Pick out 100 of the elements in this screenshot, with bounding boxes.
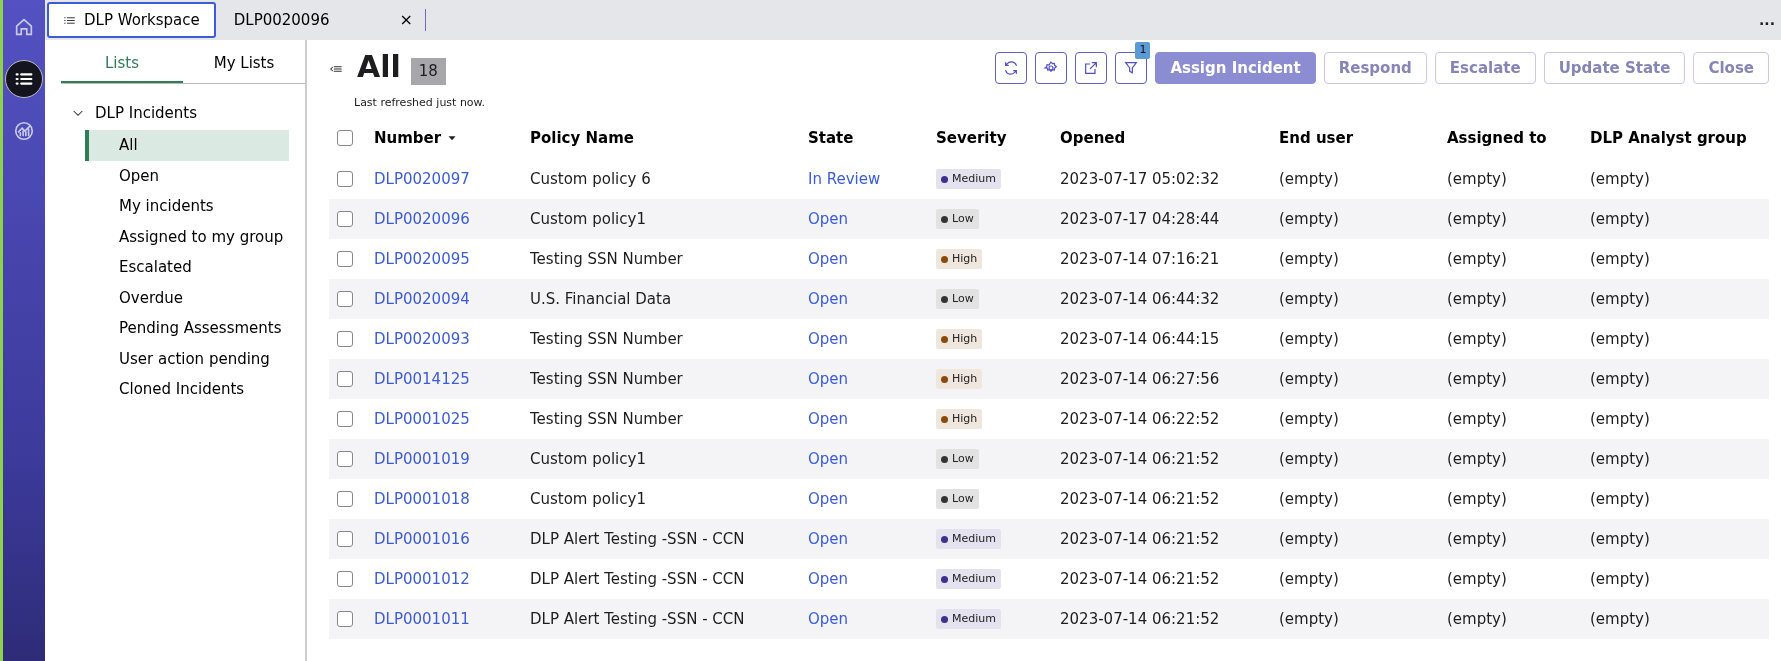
table-cell-text: (empty) (1590, 328, 1650, 350)
home-icon (13, 16, 35, 38)
column-header[interactable]: DLP Analyst group (1590, 126, 1747, 150)
state-link[interactable]: Open (808, 567, 849, 591)
record-link[interactable]: DLP0001012 (374, 567, 470, 591)
table-cell-text: (empty) (1279, 288, 1339, 310)
table-cell-text: Custom policy1 (530, 448, 646, 470)
tree-item[interactable]: Cloned Incidents (85, 374, 289, 405)
row-checkbox[interactable] (337, 611, 353, 627)
table-cell-text: DLP Alert Testing -SSN - CCN (530, 568, 745, 590)
table-cell-text: (empty) (1279, 168, 1339, 190)
table-cell-text: (empty) (1590, 568, 1650, 590)
row-checkbox[interactable] (337, 211, 353, 227)
table-cell-text: Testing SSN Number (530, 248, 683, 270)
workspace-tab[interactable]: DLP Workspace (47, 2, 216, 38)
tree-item[interactable]: All (85, 130, 289, 161)
more-button[interactable]: ... (1759, 9, 1775, 31)
state-link[interactable]: Open (808, 287, 849, 311)
select-all-checkbox[interactable] (337, 130, 353, 146)
table-cell-text: (empty) (1447, 528, 1507, 550)
row-checkbox[interactable] (337, 451, 353, 467)
tree-item[interactable]: Assigned to my group (85, 221, 289, 252)
row-checkbox[interactable] (337, 371, 353, 387)
state-link[interactable]: Open (808, 247, 849, 271)
severity-label: High (952, 250, 978, 267)
workspace-tab[interactable]: DLP0020096 (217, 2, 346, 38)
table-cell-text: Testing SSN Number (530, 368, 683, 390)
table-cell-text: 2023-07-14 06:27:56 (1060, 368, 1220, 390)
column-header[interactable]: Number (374, 126, 460, 150)
column-header[interactable]: Assigned to (1447, 126, 1547, 150)
row-checkbox[interactable] (337, 331, 353, 347)
tree-item[interactable]: Overdue (85, 282, 289, 313)
table-cell-text: (empty) (1279, 528, 1339, 550)
refresh-icon (1003, 60, 1020, 76)
table-cell-text: (empty) (1590, 608, 1650, 630)
export-button[interactable] (1075, 52, 1108, 84)
state-link[interactable]: Open (808, 527, 849, 551)
severity-label: Medium (952, 170, 996, 187)
table-cell-text: (empty) (1447, 488, 1507, 510)
record-link[interactable]: DLP0001025 (374, 407, 470, 431)
list-tab[interactable]: Lists (61, 40, 183, 83)
state-link[interactable]: Open (808, 447, 849, 471)
table-cell-text: (empty) (1279, 488, 1339, 510)
table-cell-text: (empty) (1279, 448, 1339, 470)
record-link[interactable]: DLP0020097 (374, 167, 470, 191)
table-cell-text: 2023-07-14 06:44:32 (1060, 288, 1220, 310)
close-button[interactable]: × (395, 8, 417, 32)
table-cell-text: (empty) (1590, 528, 1650, 550)
column-header[interactable]: End user (1279, 126, 1354, 150)
severity-label: Medium (952, 530, 996, 547)
refresh-button[interactable] (995, 52, 1028, 84)
table-cell-text: (empty) (1590, 448, 1650, 470)
settings-button[interactable] (1035, 52, 1068, 84)
state-link[interactable]: Open (808, 487, 849, 511)
list-title: All (357, 52, 401, 82)
state-link[interactable]: Open (808, 327, 849, 351)
table-cell-text: (empty) (1590, 368, 1650, 390)
filter-button[interactable] (1115, 52, 1148, 84)
nav-button[interactable] (5, 60, 43, 98)
state-link[interactable]: In Review (808, 167, 881, 191)
severity-label: Medium (952, 610, 996, 627)
record-link[interactable]: DLP0001018 (374, 487, 470, 511)
tree-item[interactable]: My incidents (85, 191, 289, 222)
row-checkbox[interactable] (337, 251, 353, 267)
row-checkbox[interactable] (337, 291, 353, 307)
row-checkbox[interactable] (337, 491, 353, 507)
tree-item[interactable]: User action pending (85, 343, 289, 374)
row-checkbox[interactable] (337, 171, 353, 187)
state-link[interactable]: Open (808, 607, 849, 631)
table-cell-text: 2023-07-14 07:16:21 (1060, 248, 1220, 270)
table-cell-text: Testing SSN Number (530, 408, 683, 430)
table-cell-text: (empty) (1447, 208, 1507, 230)
tree-item[interactable]: Escalated (85, 252, 289, 283)
column-header[interactable]: Severity (936, 126, 1007, 150)
table-cell-text: (empty) (1279, 208, 1339, 230)
column-header[interactable]: State (808, 126, 854, 150)
table-cell-text: Custom policy1 (530, 488, 646, 510)
state-link[interactable]: Open (808, 407, 849, 431)
column-header[interactable]: Opened (1060, 126, 1126, 150)
list-tab[interactable]: My Lists (183, 40, 305, 83)
row-checkbox[interactable] (337, 411, 353, 427)
table-cell-text: 2023-07-14 06:22:52 (1060, 408, 1220, 430)
table-cell-text: Custom policy 6 (530, 168, 651, 190)
record-link[interactable]: DLP0020093 (374, 327, 470, 351)
tree-group[interactable]: DLP Incidents (67, 99, 202, 126)
row-checkbox[interactable] (337, 571, 353, 587)
export-icon (1083, 60, 1100, 76)
severity-label: Medium (952, 570, 996, 587)
severity-label: High (952, 370, 978, 387)
tree-item[interactable]: Open (85, 160, 289, 191)
table-cell-text: 2023-07-14 06:44:15 (1060, 328, 1220, 350)
record-link[interactable]: DLP0020095 (374, 247, 470, 271)
row-checkbox[interactable] (337, 531, 353, 547)
state-link[interactable]: Open (808, 367, 849, 391)
table-cell-text: (empty) (1590, 208, 1650, 230)
column-header[interactable]: Policy Name (530, 126, 634, 150)
tree-item[interactable]: Pending Assessments (85, 313, 289, 344)
table-cell-text: DLP Alert Testing -SSN - CCN (530, 528, 745, 550)
table-cell-text: (empty) (1279, 328, 1339, 350)
state-link[interactable]: Open (808, 207, 849, 231)
